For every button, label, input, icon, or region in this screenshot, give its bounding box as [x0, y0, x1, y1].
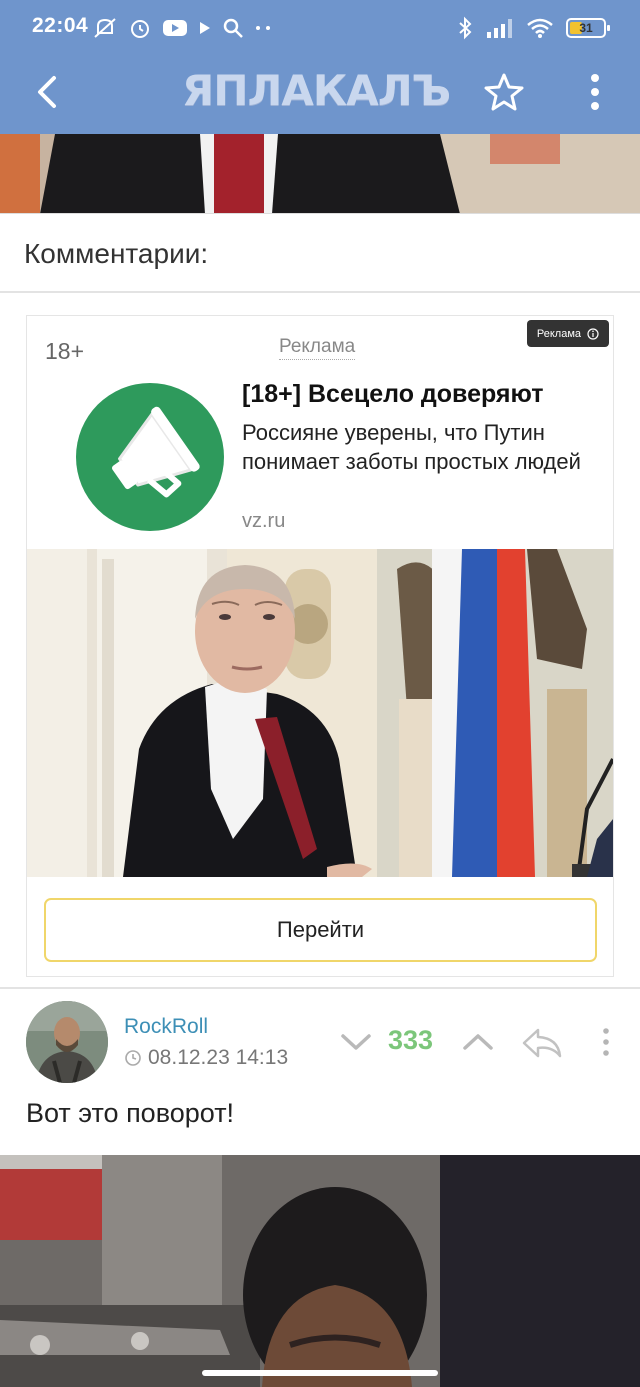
youtube-icon: [163, 20, 187, 36]
ad-badge-label: Реклама: [536, 327, 581, 340]
comment-meta: 08.12.23 14:13: [124, 1046, 288, 1070]
post-image: [0, 134, 640, 214]
ad-body: Россияне уверены, что Путин понимает заб…: [242, 420, 581, 474]
avatar[interactable]: [26, 1001, 108, 1083]
back-arrow-icon: [38, 76, 56, 108]
ad-domain[interactable]: vz.ru: [242, 510, 285, 533]
battery-icon: 31: [566, 18, 610, 38]
site-logo[interactable]: ЯПЛАКАЛЪ: [182, 66, 451, 115]
info-icon: [587, 327, 599, 340]
screen: 22:04 31 ЯПЛАКАЛЪ Комментарии: 18+ Рекла…: [0, 0, 640, 1387]
ad-label: Реклама: [279, 336, 356, 360]
status-bar: 22:04 31: [0, 0, 640, 58]
ad-badge[interactable]: Реклама: [526, 320, 609, 347]
ad-headline[interactable]: [18+] Всецело доверяют: [242, 380, 602, 409]
notification-icons: [92, 14, 274, 42]
clock-icon: [125, 1050, 141, 1066]
play-icon: [200, 22, 210, 34]
more-vertical-icon: [591, 74, 599, 110]
more-notifications-icon: [256, 26, 270, 30]
wifi-icon: [527, 18, 553, 38]
comment-author[interactable]: RockRoll: [124, 1015, 208, 1039]
reply-icon: [522, 1028, 562, 1058]
comment-score: 333: [388, 1025, 434, 1055]
vote-down-button[interactable]: [338, 1026, 374, 1058]
reply-button[interactable]: [520, 1024, 564, 1062]
chevron-down-icon: [341, 1034, 371, 1050]
divider: [0, 987, 640, 989]
comment-text: Вот это поворот!: [26, 1098, 235, 1128]
top-bar: 22:04 31 ЯПЛАКАЛЪ: [0, 0, 640, 134]
favorite-button[interactable]: [482, 70, 526, 114]
vote-up-button[interactable]: [460, 1026, 496, 1058]
ad-age-rating: 18+: [45, 338, 85, 364]
comments-title: Комментарии:: [24, 238, 209, 269]
more-vertical-icon: [603, 1028, 609, 1056]
ad-logo: [76, 383, 224, 531]
megaphone-icon: [112, 406, 200, 498]
ad-image[interactable]: [27, 549, 613, 877]
battery-level: 31: [579, 21, 593, 35]
back-button[interactable]: [26, 70, 70, 114]
status-time: 22:04: [32, 14, 89, 37]
search-icon: [223, 18, 243, 38]
star-icon: [484, 73, 524, 111]
comment-menu-button[interactable]: [596, 1024, 616, 1060]
system-icons: 31: [456, 14, 610, 42]
alarm-icon: [131, 20, 149, 38]
home-indicator[interactable]: [202, 1370, 438, 1376]
comment-date: 08.12.23 14:13: [148, 1046, 289, 1069]
comment-image[interactable]: [0, 1155, 640, 1387]
divider: [0, 291, 640, 293]
mute-icon: [94, 18, 116, 38]
app-bar: ЯПЛАКАЛЪ: [0, 58, 640, 134]
bluetooth-icon: [459, 16, 472, 40]
signal-icon: [487, 19, 512, 38]
ad-card[interactable]: 18+ Реклама Реклама [18+] Всецело доверя…: [26, 315, 614, 977]
ad-cta-button[interactable]: Перейти: [44, 898, 597, 962]
menu-button[interactable]: [578, 70, 612, 114]
chevron-up-icon: [463, 1034, 493, 1050]
